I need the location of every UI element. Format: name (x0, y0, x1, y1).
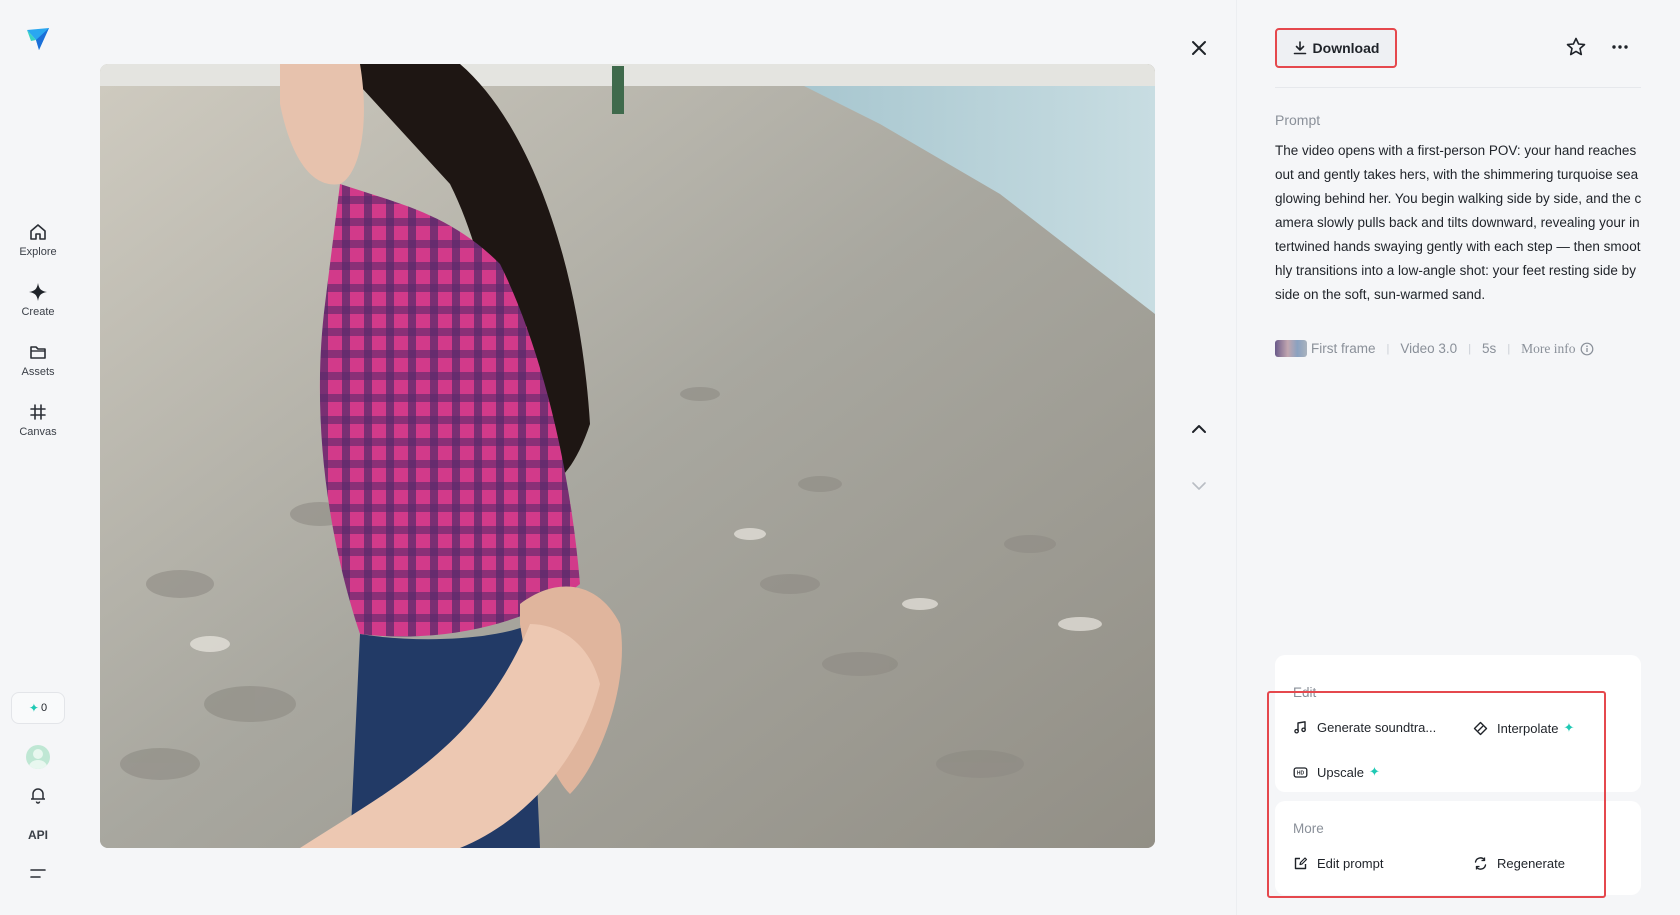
sparkle-icon: ✦ (28, 701, 39, 715)
download-button[interactable]: Download (1275, 28, 1397, 68)
first-frame-thumbnail[interactable] (1275, 340, 1307, 357)
bell-icon[interactable] (28, 785, 48, 805)
avatar[interactable] (26, 745, 50, 769)
menu-icon[interactable] (29, 866, 47, 882)
sidebar-item-label: Explore (19, 246, 57, 258)
music-note-icon (1294, 721, 1306, 734)
canvas-icon (30, 404, 46, 420)
interpolate-button[interactable]: Interpolate ✦ (1473, 720, 1574, 736)
more-info-link[interactable]: More info (1521, 341, 1575, 357)
duration-label: 5s (1482, 341, 1497, 356)
model-label: Video 3.0 (1400, 341, 1458, 356)
edit-heading: Edit (1293, 685, 1317, 700)
edit-prompt-icon (1294, 857, 1308, 870)
close-icon[interactable] (1187, 36, 1211, 60)
download-label: Download (1312, 40, 1380, 56)
diamond-icon (29, 283, 47, 301)
regenerate-label: Regenerate (1497, 856, 1565, 871)
meta-separator: | (1468, 342, 1472, 355)
video-frame-image (100, 64, 1155, 848)
sidebar: Explore Create Assets Canvas ✦ 0 API (0, 0, 76, 915)
first-frame-label[interactable]: First frame (1311, 341, 1376, 356)
sidebar-item-assets[interactable]: Assets (0, 342, 76, 378)
interpolate-icon (1473, 721, 1488, 735)
edit-prompt-button[interactable]: Edit prompt (1293, 856, 1383, 871)
sparkle-icon: ✦ (1368, 764, 1380, 779)
video-preview[interactable] (100, 64, 1155, 848)
edit-card: Edit Generate soundtra... Interpolate ✦ … (1275, 655, 1641, 792)
download-icon (1293, 41, 1306, 55)
credits-badge[interactable]: ✦ 0 (11, 692, 65, 724)
svg-text:HD: HD (1297, 770, 1305, 776)
generation-meta: First frame | Video 3.0 | 5s | More info (1275, 340, 1594, 357)
sparkle-icon: ✦ (1563, 720, 1575, 735)
more-options-icon[interactable] (1609, 36, 1631, 58)
chevron-up-icon[interactable] (1187, 417, 1211, 441)
sidebar-item-label: Assets (21, 366, 55, 378)
edit-prompt-label: Edit prompt (1317, 856, 1384, 871)
sidebar-item-label: Create (21, 306, 55, 318)
panel-divider (1275, 87, 1641, 88)
meta-separator: | (1507, 342, 1511, 355)
upscale-label: Upscale (1317, 764, 1364, 780)
sidebar-item-canvas[interactable]: Canvas (0, 402, 76, 438)
credits-count: 0 (40, 702, 48, 714)
interpolate-label: Interpolate (1497, 720, 1559, 736)
folder-icon (30, 346, 46, 359)
chevron-down-icon[interactable] (1187, 474, 1211, 498)
sidebar-item-explore[interactable]: Explore (0, 222, 76, 258)
info-icon[interactable] (1580, 342, 1594, 356)
generate-soundtrack-label: Generate soundtra... (1317, 720, 1437, 735)
sidebar-item-create[interactable]: Create (0, 282, 76, 318)
meta-separator: | (1386, 342, 1390, 355)
api-link[interactable]: API (0, 828, 76, 842)
logo-icon[interactable] (25, 26, 51, 52)
more-heading: More (1293, 821, 1324, 836)
upscale-button[interactable]: HD Upscale ✦ (1293, 764, 1380, 780)
sidebar-item-label: Canvas (19, 426, 57, 438)
generate-soundtrack-button[interactable]: Generate soundtra... (1293, 720, 1436, 735)
regenerate-button[interactable]: Regenerate (1473, 856, 1565, 871)
prompt-heading: Prompt (1275, 112, 1321, 128)
star-icon[interactable] (1565, 36, 1587, 58)
hd-icon: HD (1293, 766, 1308, 778)
home-icon (30, 224, 46, 240)
more-card: More Edit prompt Regenerate (1275, 801, 1641, 895)
prompt-text: The video opens with a first-person POV:… (1275, 143, 1642, 302)
regenerate-icon (1474, 857, 1487, 870)
